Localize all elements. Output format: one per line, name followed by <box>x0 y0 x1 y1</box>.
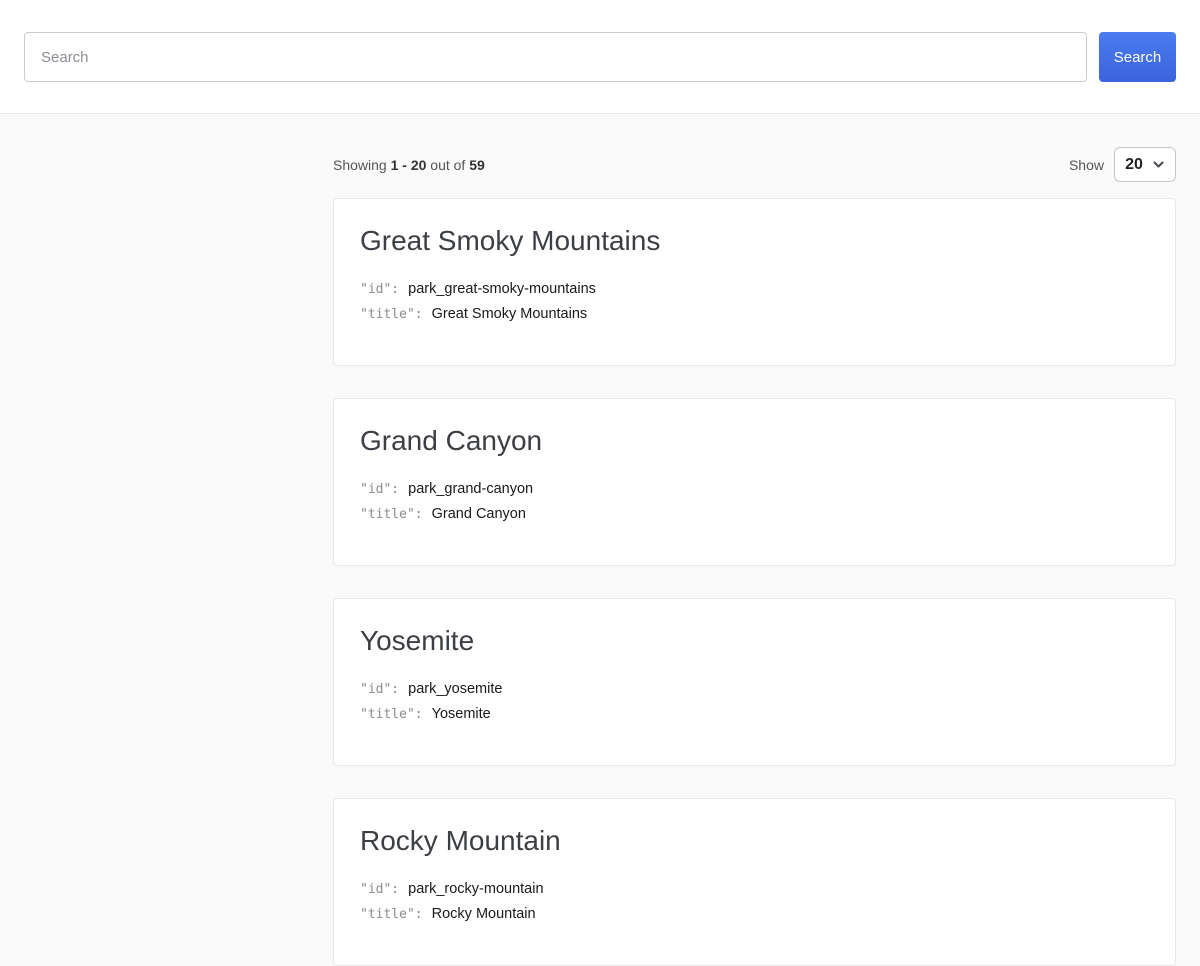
result-field-row: "id": park_rocky-mountain <box>360 877 1151 902</box>
field-value: park_rocky-mountain <box>408 881 543 897</box>
result-title: Rocky Mountain <box>360 823 1151 859</box>
field-value: park_great-smoky-mountains <box>408 281 596 297</box>
search-header: Search <box>0 0 1200 114</box>
results-meta-row: Showing 1 - 20 out of 59 Show 20 <box>333 147 1176 182</box>
result-field-row: "title": Grand Canyon <box>360 502 1151 527</box>
results-list: Great Smoky Mountains "id": park_great-sm… <box>333 198 1176 966</box>
search-submit-button[interactable]: Search <box>1099 32 1176 82</box>
field-value: Great Smoky Mountains <box>432 306 588 322</box>
results-per-page-label: Show <box>1069 157 1104 173</box>
result-card: Yosemite "id": park_yosemite "title": Yose… <box>333 598 1176 766</box>
results-per-page-select[interactable]: 20 <box>1114 147 1176 182</box>
field-key: "id": <box>360 682 399 697</box>
result-title: Great Smoky Mountains <box>360 223 1151 259</box>
paging-info: Showing 1 - 20 out of 59 <box>333 157 485 173</box>
result-field-row: "id": park_yosemite <box>360 677 1151 702</box>
result-card: Great Smoky Mountains "id": park_great-sm… <box>333 198 1176 366</box>
search-input[interactable] <box>24 32 1087 82</box>
results-area: Showing 1 - 20 out of 59 Show 20 Great S… <box>333 147 1176 966</box>
paging-showing-label: Showing <box>333 157 387 173</box>
field-key: "id": <box>360 882 399 897</box>
result-field-row: "id": park_great-smoky-mountains <box>360 277 1151 302</box>
field-key: "title": <box>360 707 423 722</box>
result-title: Yosemite <box>360 623 1151 659</box>
result-field-row: "title": Yosemite <box>360 702 1151 727</box>
field-value: park_grand-canyon <box>408 481 533 497</box>
field-key: "id": <box>360 482 399 497</box>
result-field-row: "title": Rocky Mountain <box>360 902 1151 927</box>
field-value: Rocky Mountain <box>432 906 536 922</box>
result-card: Grand Canyon "id": park_grand-canyon "tit… <box>333 398 1176 566</box>
paging-range: 1 - 20 <box>391 157 427 173</box>
field-value: Yosemite <box>432 706 491 722</box>
results-per-page-value: 20 <box>1125 156 1143 174</box>
paging-total: 59 <box>469 157 485 173</box>
field-key: "id": <box>360 282 399 297</box>
field-key: "title": <box>360 507 423 522</box>
field-value: Grand Canyon <box>432 506 526 522</box>
results-per-page: Show 20 <box>1069 147 1176 182</box>
field-value: park_yosemite <box>408 681 502 697</box>
field-key: "title": <box>360 907 423 922</box>
paging-out-of-label: out of <box>430 157 465 173</box>
result-field-row: "title": Great Smoky Mountains <box>360 302 1151 327</box>
result-card: Rocky Mountain "id":park_rocky-mountain … <box>333 798 1176 966</box>
chevron-down-icon <box>1152 158 1165 171</box>
field-key: "title": <box>360 307 423 322</box>
result-title: Grand Canyon <box>360 423 1151 459</box>
result-field-row: "id": park_grand-canyon <box>360 477 1151 502</box>
